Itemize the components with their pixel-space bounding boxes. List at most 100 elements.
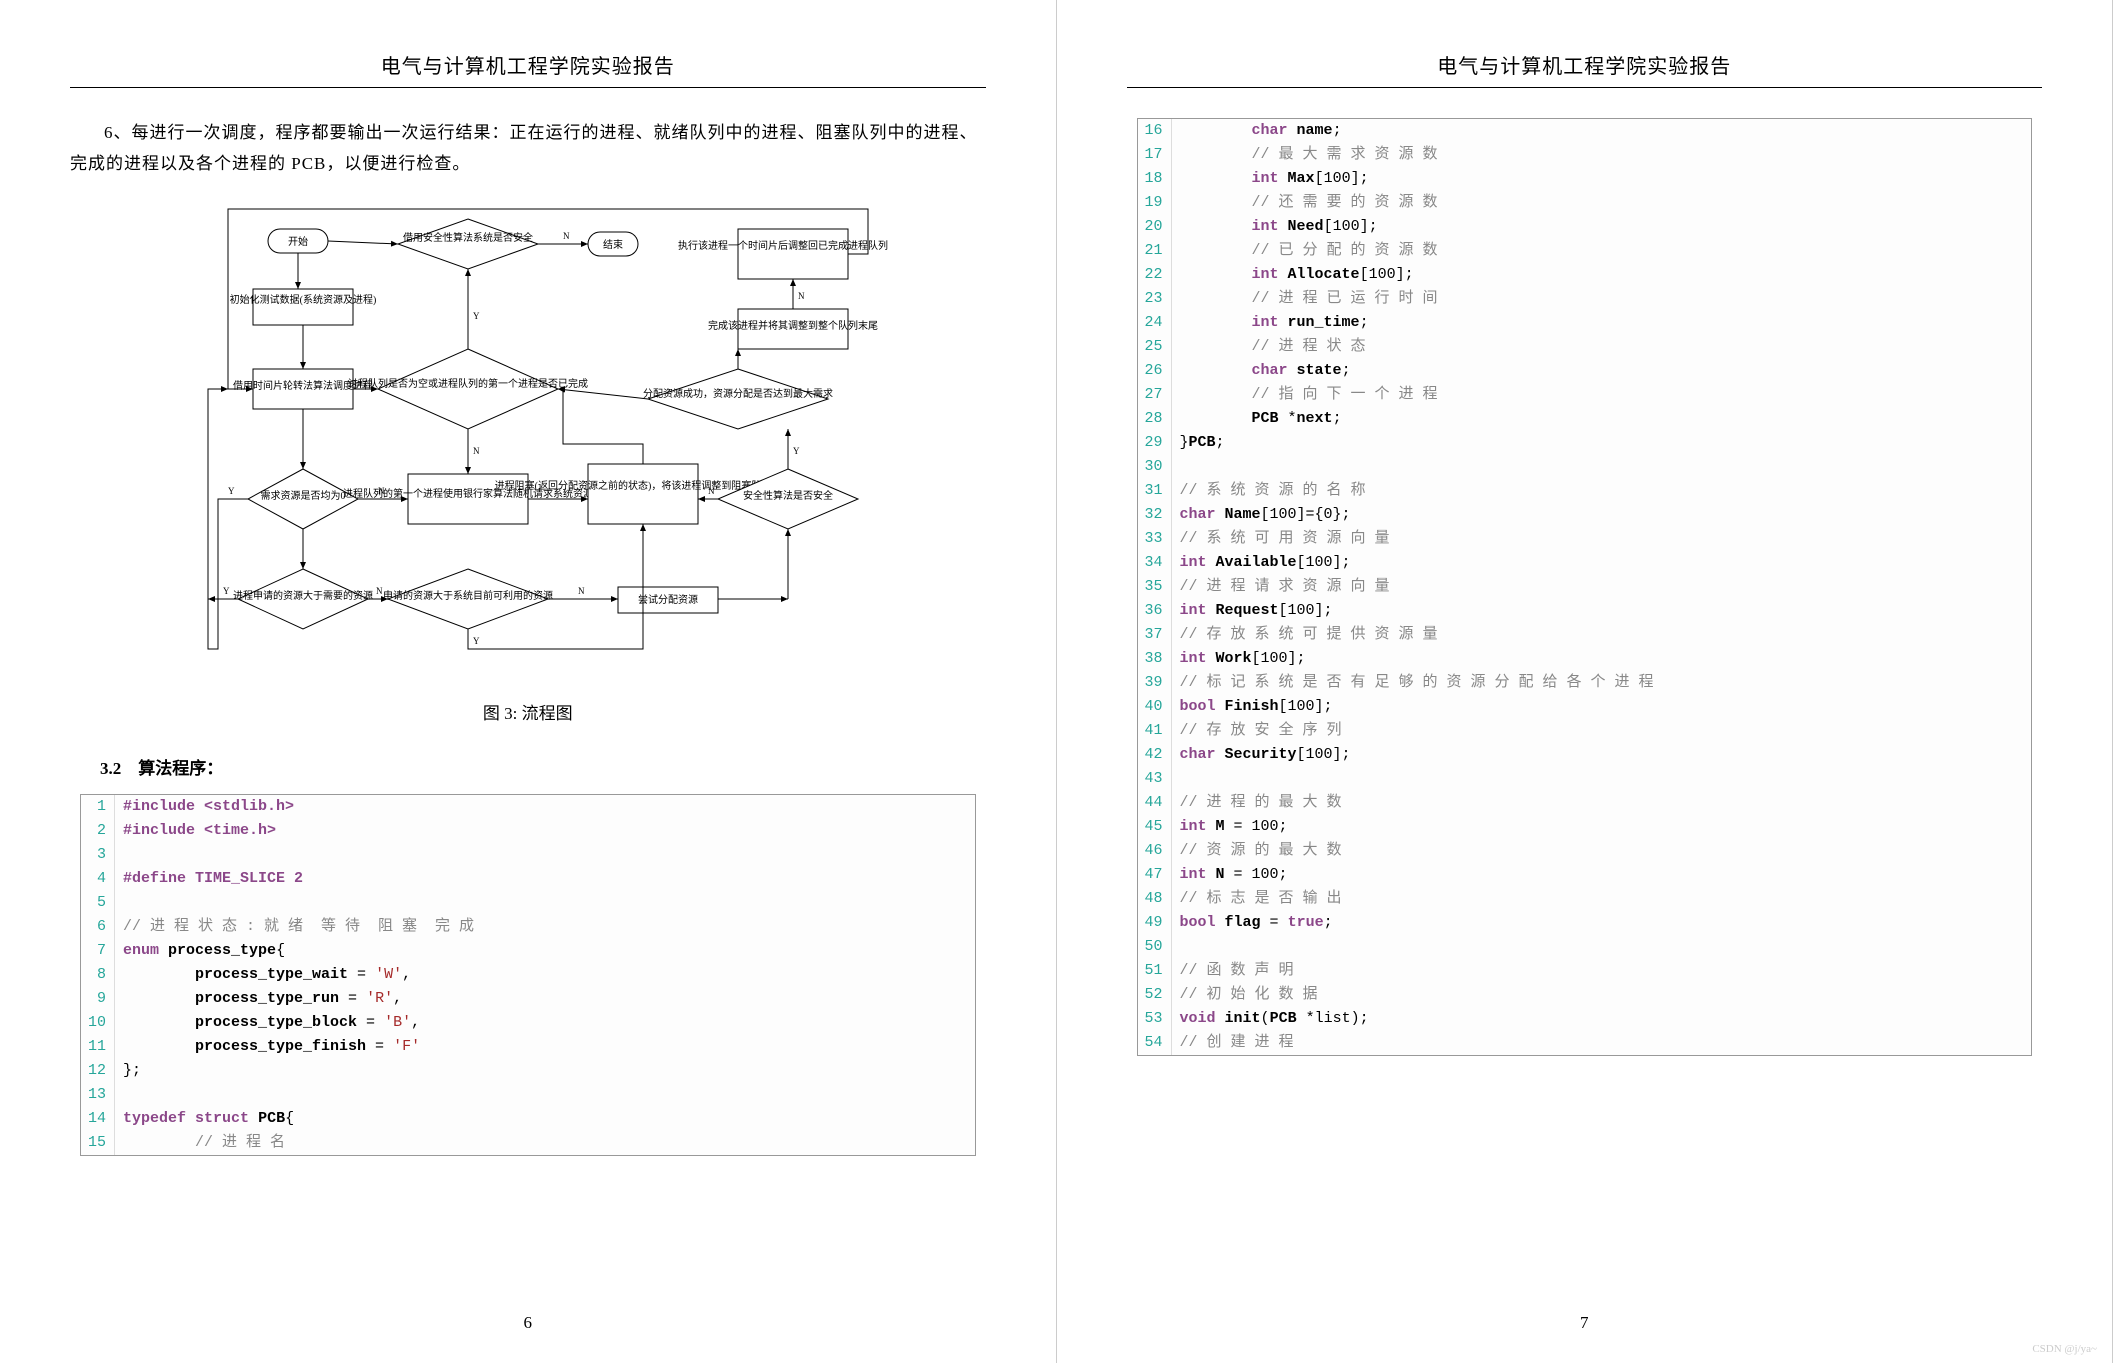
line-number: 32 xyxy=(1138,503,1172,527)
code-line: 34int Available[100]; xyxy=(1138,551,2032,575)
code-line: 16 char name; xyxy=(1138,119,2032,143)
code-line: 14typedef struct PCB{ xyxy=(81,1107,975,1131)
code-block-right: 16 char name;17 // 最 大 需 求 资 源 数18 int M… xyxy=(1137,118,2033,1056)
code-line: 42char Security[100]; xyxy=(1138,743,2032,767)
code-content: #define TIME_SLICE 2 xyxy=(123,867,303,891)
code-content: // 进 程 已 运 行 时 间 xyxy=(1180,287,1438,311)
figure-caption: 图 3: 流程图 xyxy=(70,699,986,724)
code-line: 25 // 进 程 状 态 xyxy=(1138,335,2032,359)
section-title-3-2: 3.2 算法程序： xyxy=(100,754,986,779)
line-number: 14 xyxy=(81,1107,115,1131)
code-content: // 存 放 安 全 序 列 xyxy=(1180,719,1342,743)
right-page: 电气与计算机工程学院实验报告 16 char name;17 // 最 大 需 … xyxy=(1057,0,2113,1363)
code-line: 47 int N = 100; xyxy=(1138,863,2032,887)
code-line: 27 // 指 向 下 一 个 进 程 xyxy=(1138,383,2032,407)
line-number: 43 xyxy=(1138,767,1172,791)
code-content: process_type_wait = 'W', xyxy=(123,963,411,987)
code-content: #include <stdlib.h> xyxy=(123,795,294,819)
line-number: 30 xyxy=(1138,455,1172,479)
line-number: 54 xyxy=(1138,1031,1172,1055)
svg-text:N: N xyxy=(473,446,480,456)
line-number: 1 xyxy=(81,795,115,819)
line-number: 53 xyxy=(1138,1007,1172,1031)
code-content: int N = 100; xyxy=(1180,863,1288,887)
code-content: enum process_type{ xyxy=(123,939,285,963)
code-line: 32char Name[100]={0}; xyxy=(1138,503,2032,527)
line-number: 33 xyxy=(1138,527,1172,551)
svg-text:N: N xyxy=(376,586,383,596)
code-content: int Allocate[100]; xyxy=(1180,263,1414,287)
code-content: int M = 100; xyxy=(1180,815,1288,839)
svg-text:Y: Y xyxy=(473,311,480,321)
code-block-left: 1#include <stdlib.h>2#include <time.h>34… xyxy=(80,794,976,1156)
svg-text:安全性算法是否安全: 安全性算法是否安全 xyxy=(743,489,833,502)
code-content: // 进 程 的 最 大 数 xyxy=(1180,791,1342,815)
line-number: 28 xyxy=(1138,407,1172,431)
code-line: 24 int run_time; xyxy=(1138,311,2032,335)
flowchart-figure: 开始 借用安全性算法系统是否安全 结束 初始化测试数据(系统资源及进程) 执行该… xyxy=(168,199,888,679)
code-line: 30 xyxy=(1138,455,2032,479)
code-line: 9 process_type_run = 'R', xyxy=(81,987,975,1011)
code-line: 44 // 进 程 的 最 大 数 xyxy=(1138,791,2032,815)
code-line: 29}PCB; xyxy=(1138,431,2032,455)
line-number: 51 xyxy=(1138,959,1172,983)
code-content: }PCB; xyxy=(1180,431,1225,455)
line-number: 47 xyxy=(1138,863,1172,887)
code-content: // 初 始 化 数 据 xyxy=(1180,983,1318,1007)
line-number: 27 xyxy=(1138,383,1172,407)
line-number: 3 xyxy=(81,843,115,867)
page-header-right: 电气与计算机工程学院实验报告 xyxy=(1127,50,2043,88)
code-line: 23 // 进 程 已 运 行 时 间 xyxy=(1138,287,2032,311)
svg-text:执行该进程一个时间片后调整回已完成进程队列前端: 执行该进程一个时间片后调整回已完成进程队列前端 xyxy=(678,239,888,252)
line-number: 40 xyxy=(1138,695,1172,719)
svg-text:N: N xyxy=(578,586,585,596)
svg-text:分配资源成功，资源分配是否达到最大需求: 分配资源成功，资源分配是否达到最大需求 xyxy=(643,387,833,400)
code-line: 50 xyxy=(1138,935,2032,959)
code-content: process_type_run = 'R', xyxy=(123,987,402,1011)
code-content: // 最 大 需 求 资 源 数 xyxy=(1180,143,1438,167)
line-number: 26 xyxy=(1138,359,1172,383)
line-number: 24 xyxy=(1138,311,1172,335)
line-number: 19 xyxy=(1138,191,1172,215)
code-line: 46// 资 源 的 最 大 数 xyxy=(1138,839,2032,863)
code-line: 22 int Allocate[100]; xyxy=(1138,263,2032,287)
code-line: 39// 标 记 系 统 是 否 有 足 够 的 资 源 分 配 给 各 个 进… xyxy=(1138,671,2032,695)
code-content: int Request[100]; xyxy=(1180,599,1333,623)
code-content: // 还 需 要 的 资 源 数 xyxy=(1180,191,1438,215)
code-content: PCB *next; xyxy=(1180,407,1342,431)
svg-text:进程申请的资源大于需要的资源: 进程申请的资源大于需要的资源 xyxy=(233,589,373,602)
code-line: 33// 系 统 可 用 资 源 向 量 xyxy=(1138,527,2032,551)
code-line: 2#include <time.h> xyxy=(81,819,975,843)
line-number: 45 xyxy=(1138,815,1172,839)
line-number: 21 xyxy=(1138,239,1172,263)
code-line: 10 process_type_block = 'B', xyxy=(81,1011,975,1035)
line-number: 44 xyxy=(1138,791,1172,815)
code-line: 15 // 进 程 名 xyxy=(81,1131,975,1155)
line-number: 36 xyxy=(1138,599,1172,623)
line-number: 8 xyxy=(81,963,115,987)
line-number: 52 xyxy=(1138,983,1172,1007)
line-number: 11 xyxy=(81,1035,115,1059)
page-number-left: 6 xyxy=(0,1313,1056,1333)
code-content: // 进 程 状 态 xyxy=(1180,335,1366,359)
page-header: 电气与计算机工程学院实验报告 xyxy=(70,50,986,88)
code-line: 45 int M = 100; xyxy=(1138,815,2032,839)
code-line: 19 // 还 需 要 的 资 源 数 xyxy=(1138,191,2032,215)
svg-text:完成该进程并将其调整到整个队列末尾: 完成该进程并将其调整到整个队列末尾 xyxy=(708,319,878,332)
line-number: 23 xyxy=(1138,287,1172,311)
svg-text:结束: 结束 xyxy=(603,238,623,251)
line-number: 38 xyxy=(1138,647,1172,671)
code-line: 13 xyxy=(81,1083,975,1107)
line-number: 37 xyxy=(1138,623,1172,647)
code-content: // 创 建 进 程 xyxy=(1180,1031,1294,1055)
code-line: 1 #include <stdlib.h> xyxy=(81,795,975,819)
code-content: process_type_block = 'B', xyxy=(123,1011,420,1035)
line-number: 12 xyxy=(81,1059,115,1083)
code-content: // 进 程 状 态 : 就 绪 等 待 阻 塞 完 成 xyxy=(123,915,474,939)
svg-text:N: N xyxy=(708,486,715,496)
code-line: 21 // 已 分 配 的 资 源 数 xyxy=(1138,239,2032,263)
code-content: int Need[100]; xyxy=(1180,215,1378,239)
code-line: 12}; xyxy=(81,1059,975,1083)
code-content: int Work[100]; xyxy=(1180,647,1306,671)
svg-text:初始化测试数据(系统资源及进程): 初始化测试数据(系统资源及进程) xyxy=(229,293,376,306)
